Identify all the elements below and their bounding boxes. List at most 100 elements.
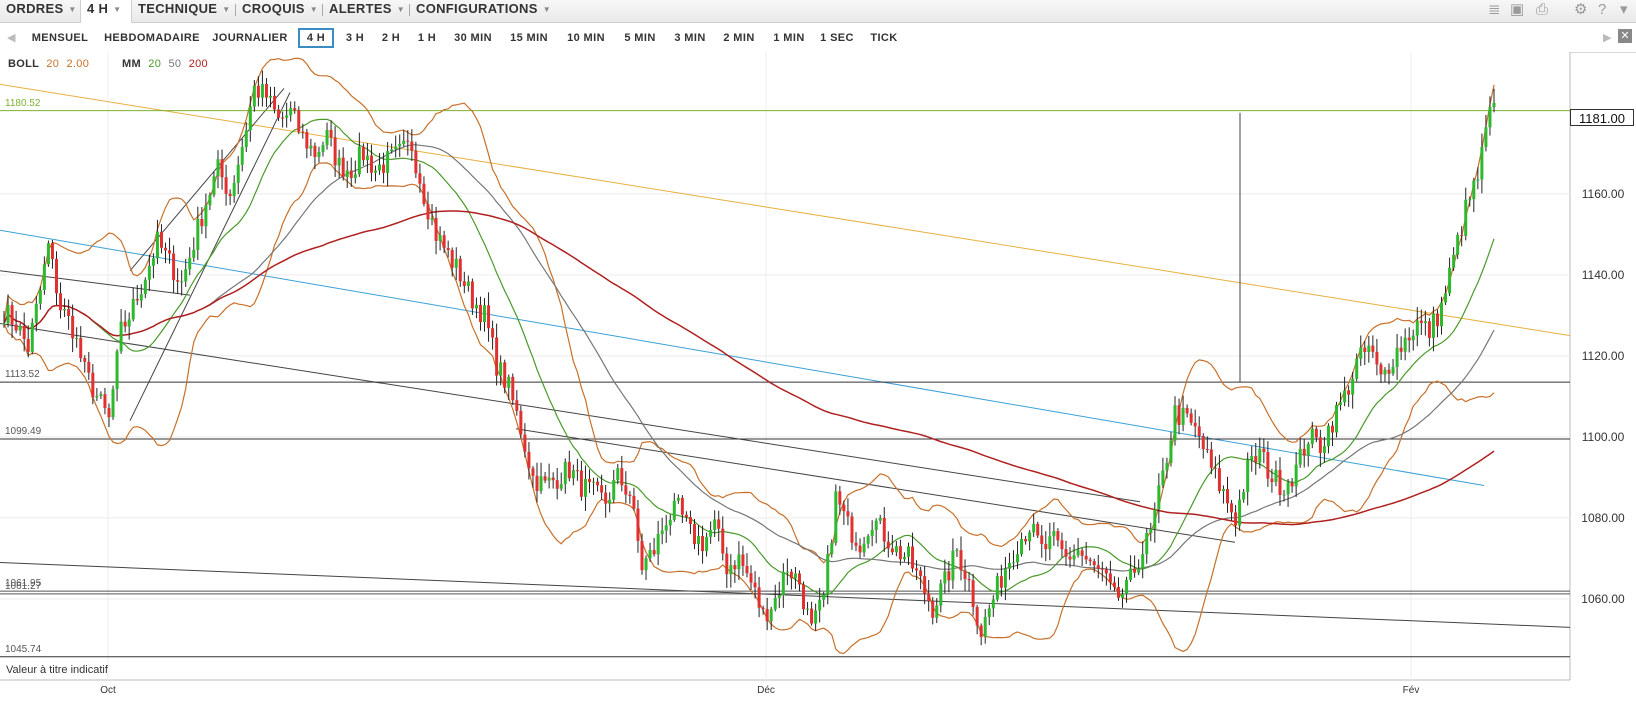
candle-up [147,265,151,280]
candle-up [826,554,830,595]
gear-icon[interactable]: ⚙ [1574,1,1587,19]
candle-up [1250,456,1254,460]
candle-up [1129,568,1133,580]
menu-configurations[interactable]: CONFIGURATIONS ▼ [410,0,560,22]
candle-down [1024,538,1028,542]
candle-down [54,259,58,294]
candle-down [979,625,983,637]
timeframe-tab-10-min[interactable]: 10 MIN [560,28,612,48]
timeframe-tab-hebdomadaire[interactable]: HEBDOMADAIRE [100,28,204,48]
candle-up [713,519,717,531]
candle-up [244,130,248,148]
timeframe-tab-30-min[interactable]: 30 MIN [448,28,498,48]
candle-down [511,376,515,401]
candle-up [1472,180,1476,200]
candle-up [345,170,349,178]
candle-down [1234,512,1238,526]
candle-down [79,337,83,359]
candle-up [289,108,293,116]
candle-down [329,129,333,138]
candle-down [91,372,95,398]
layers-icon[interactable]: ≣ [1488,1,1501,19]
timeframe-tab-1-sec[interactable]: 1 SEC [818,28,856,48]
candle-down [692,523,696,545]
candle-up [1484,127,1488,148]
comment-icon[interactable]: ▾ [1620,1,1628,19]
candle-up [822,594,826,600]
candle-down [1056,531,1060,541]
timeframe-tab-2-min[interactable]: 2 MIN [718,28,760,48]
timeframe-tab-3-min[interactable]: 3 MIN [668,28,712,48]
candle-up [42,264,46,291]
horizontal-level-label: 1180.52 [5,97,41,109]
timeframe-tab-mensuel[interactable]: MENSUEL [26,28,94,48]
candle-down [414,150,418,174]
candle-down [535,475,539,492]
timeframe-tab-journalier[interactable]: JOURNALIER [210,28,290,48]
menu-label: CROQUIS [242,1,305,16]
timeframe-tab-15-min[interactable]: 15 MIN [504,28,554,48]
candle-up [18,325,22,331]
timeframe-tab-2-h[interactable]: 2 H [376,28,406,48]
candle-down [83,358,87,362]
candle-up [260,83,264,98]
candle-up [1456,235,1460,255]
y-tick-label: 1080.00 [1581,511,1625,525]
scroll-right-icon[interactable]: ▶ [1603,28,1611,48]
candle-up [1476,179,1480,181]
timeframe-tab-5-min[interactable]: 5 MIN [618,28,662,48]
timeframe-tab-1-min[interactable]: 1 MIN [766,28,812,48]
candle-up [143,279,147,295]
candle-up [232,182,236,197]
timeframe-tab-4-h[interactable]: 4 H [298,28,334,48]
candle-down [717,519,721,529]
candle-up [75,337,79,339]
candle-down [1104,569,1108,574]
price-chart[interactable]: 1160.00 1140.00 1120.00 1100.00 1080.00 1060.… [0,52,1636,702]
candle-up [583,478,587,497]
candle-down [446,248,450,251]
candle-down [264,83,268,98]
candle-down [842,504,846,512]
candle-up [1016,554,1020,563]
candle-up [240,147,244,165]
help-icon[interactable]: ? [1598,1,1606,19]
menu-technique[interactable]: TECHNIQUE ▼ [132,0,236,22]
candle-up [939,583,943,606]
candle-down [531,468,535,476]
candle-down [1213,467,1217,469]
menu-croquis[interactable]: CROQUIS ▼ [236,0,323,22]
candle-up [438,235,442,241]
candle-up [151,258,155,266]
timeframe-tab-tick[interactable]: TICK [864,28,904,48]
menu-label: CONFIGURATIONS [416,1,538,16]
print-icon[interactable]: ⎙ [1536,1,1548,19]
candle-down [59,293,63,311]
image-icon[interactable]: ▣ [1510,1,1524,19]
moving-average-legend: MM 20 50 200 [122,58,208,70]
timeframe-tab-3-h[interactable]: 3 H [340,28,370,48]
candle-down [123,321,127,327]
close-icon[interactable]: ✕ [1618,29,1632,43]
candle-up [1007,562,1011,569]
candle-down [886,541,890,549]
scroll-left-icon[interactable]: ◀ [7,28,15,48]
candle-down [555,480,559,489]
candle-up [660,530,664,535]
candle-down [971,580,975,607]
y-tick-label: 1100.00 [1582,430,1625,444]
menu-alertes[interactable]: ALERTES ▼ [323,0,410,22]
candle-down [1230,503,1234,513]
candle-up [866,536,870,544]
candle-down [1270,478,1274,483]
menu-4-h[interactable]: 4 H ▼ [80,0,132,23]
candle-down [999,576,1003,588]
candle-down [579,470,583,497]
top-menu-bar: ORDRES ▼ 4 H ▼ TECHNIQUE ▼ CROQUIS ▼ ALERTES ▼ CON… [0,0,1636,23]
candle-up [943,571,947,584]
timeframe-tab-1-h[interactable]: 1 H [412,28,442,48]
candle-down [305,132,309,149]
candle-up [285,115,289,118]
candle-up [1294,464,1298,487]
menu-ordres[interactable]: ORDRES ▼ [0,0,80,22]
